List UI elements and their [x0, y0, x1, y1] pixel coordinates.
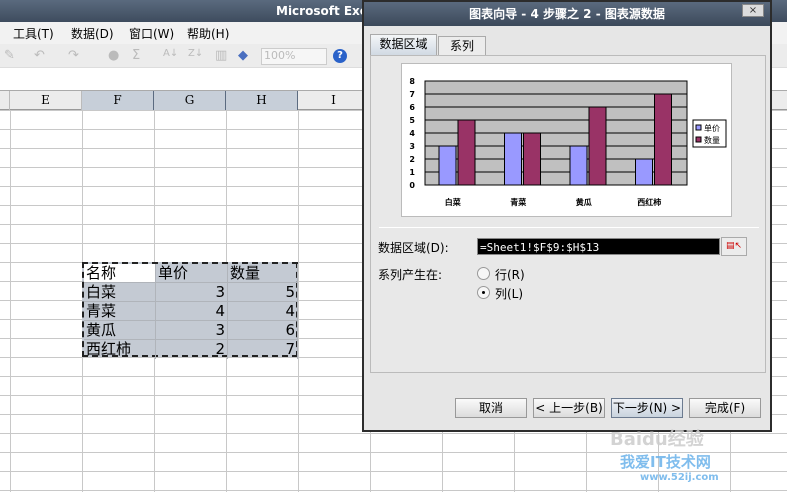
chart-wizard-icon[interactable]: ▥ [215, 48, 227, 63]
radio-columns[interactable] [477, 286, 490, 299]
collapse-dialog-button[interactable]: ▤↖ [721, 237, 747, 256]
cell[interactable]: 2 [156, 340, 228, 359]
menu-window[interactable]: 窗口(W) [129, 25, 174, 42]
menu-tools[interactable]: 工具(T) [13, 25, 54, 42]
x-tick-label: 西红柿 [637, 197, 661, 207]
cell[interactable]: 黄瓜 [84, 321, 156, 340]
cell[interactable]: 5 [228, 283, 298, 302]
column-header-i[interactable]: I [298, 91, 370, 110]
selected-range[interactable]: 名称 单价 数量 白菜 3 5 青菜 4 4 黄瓜 3 6 西红柿 2 7 [82, 262, 298, 359]
column-header-g[interactable]: G [154, 91, 226, 110]
cell-header-price[interactable]: 单价 [156, 264, 228, 283]
column-header-e[interactable]: E [10, 91, 82, 110]
autosum-icon[interactable]: Σ [132, 48, 140, 63]
y-tick-label: 2 [409, 155, 415, 164]
bar-单价-白菜 [438, 145, 457, 186]
cell[interactable]: 3 [156, 321, 228, 340]
legend-label: 数量 [704, 135, 720, 145]
back-button[interactable]: < 上一步(B) [533, 398, 605, 418]
y-tick-label: 8 [409, 77, 415, 86]
range-label: 数据区域(D): [378, 241, 449, 255]
help-icon[interactable]: ? [333, 49, 347, 63]
cell[interactable]: 4 [228, 302, 298, 321]
radio-columns-label: 列(L) [495, 287, 524, 301]
y-tick-label: 1 [409, 168, 415, 177]
cell[interactable]: 3 [156, 283, 228, 302]
bar-数量-西红柿 [654, 93, 672, 186]
bar-数量-青菜 [523, 132, 541, 186]
watermark-url: www.52ij.com [640, 472, 719, 483]
cell-header-qty[interactable]: 数量 [228, 264, 298, 283]
zoom-select[interactable]: 100% [261, 48, 327, 65]
x-tick-label: 黄瓜 [576, 197, 592, 207]
tab-data-range[interactable]: 数据区域 [370, 34, 437, 56]
cell[interactable]: 7 [228, 340, 298, 359]
tab-panel: 0 1 2 3 4 5 6 7 8 白菜 青菜 黄瓜 西红柿 单价数量 [370, 55, 766, 373]
y-tick-label: 5 [409, 116, 415, 125]
column-header-h[interactable]: H [226, 91, 298, 110]
radio-rows[interactable] [477, 267, 490, 280]
cancel-button[interactable]: 取消 [455, 398, 527, 418]
legend-label: 单价 [704, 123, 720, 133]
bar-单价-青菜 [504, 132, 522, 186]
next-button[interactable]: 下一步(N) > [611, 398, 683, 418]
series-in-label: 系列产生在: [378, 268, 443, 282]
bar-单价-黄瓜 [569, 145, 588, 186]
cell[interactable]: 4 [156, 302, 228, 321]
drawing-icon[interactable]: ◆ [238, 48, 248, 63]
x-tick-label: 青菜 [510, 197, 526, 207]
cell[interactable]: 青菜 [84, 302, 156, 321]
bar-数量-白菜 [457, 119, 476, 186]
cell-header-name[interactable]: 名称 [84, 264, 156, 283]
chart-svg: 0 1 2 3 4 5 6 7 8 白菜 青菜 黄瓜 西红柿 单价数量 [409, 77, 727, 207]
y-tick-label: 7 [409, 90, 415, 99]
sort-ascending-icon[interactable]: A↓ [163, 48, 178, 59]
sort-descending-icon[interactable]: Z↓ [188, 48, 203, 59]
menu-data[interactable]: 数据(D) [71, 25, 114, 42]
menu-help[interactable]: 帮助(H) [187, 25, 229, 42]
divider [379, 227, 759, 228]
finish-button[interactable]: 完成(F) [689, 398, 761, 418]
y-tick-label: 0 [409, 181, 415, 190]
y-tick-label: 6 [409, 103, 415, 112]
cell[interactable]: 6 [228, 321, 298, 340]
y-tick-label: 4 [409, 129, 415, 138]
legend-swatch [695, 136, 702, 143]
close-button[interactable]: × [742, 4, 764, 17]
x-tick-label: 白菜 [445, 197, 461, 207]
cell[interactable]: 西红柿 [84, 340, 156, 359]
column-header-f[interactable]: F [82, 91, 154, 110]
dialog-title: 图表向导 - 4 步骤之 2 - 图表源数据 [364, 2, 770, 26]
undo-icon[interactable]: ↶ [34, 48, 45, 63]
hyperlink-icon[interactable]: ● [108, 48, 119, 63]
watermark-site: 我爱IT技术网 [620, 453, 711, 471]
cell[interactable]: 白菜 [84, 283, 156, 302]
chart-wizard-dialog: 图表向导 - 4 步骤之 2 - 图表源数据 × 数据区域 系列 0 1 2 3 4 5 6… [362, 0, 772, 432]
data-range-input[interactable]: =Sheet1!$F$9:$H$13 [477, 238, 720, 255]
legend-swatch [695, 124, 702, 131]
watermark-baidu: Baidu经验 [610, 429, 704, 450]
column-header-d[interactable] [0, 91, 10, 110]
redo-icon[interactable]: ↷ [68, 48, 79, 63]
chart-preview: 0 1 2 3 4 5 6 7 8 白菜 青菜 黄瓜 西红柿 单价数量 [401, 63, 732, 217]
format-painter-icon[interactable]: ✎ [4, 48, 15, 63]
bar-数量-黄瓜 [588, 106, 607, 186]
radio-rows-label: 行(R) [495, 268, 525, 282]
bar-单价-西红柿 [635, 158, 653, 186]
y-tick-label: 3 [409, 142, 415, 151]
tab-series[interactable]: 系列 [438, 36, 486, 56]
watermark: Baidu经验 我爱IT技术网 www.52ij.com [590, 425, 780, 490]
